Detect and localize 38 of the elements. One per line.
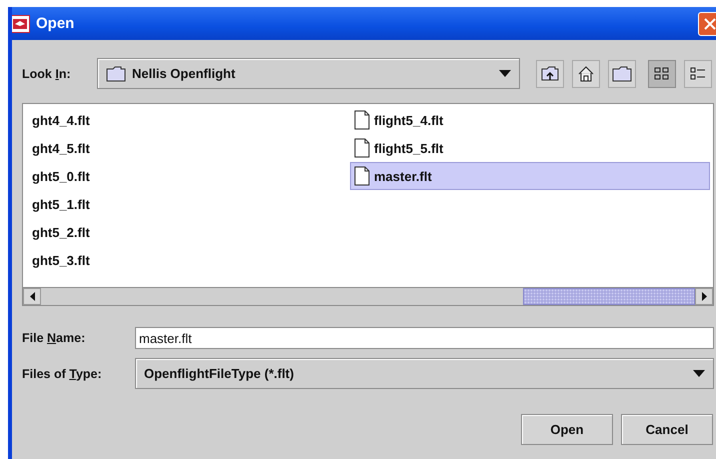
look-in-dropdown[interactable]: Nellis Openflight bbox=[97, 58, 520, 89]
file-name-label: File Name: bbox=[22, 331, 86, 345]
list-view-icon bbox=[654, 66, 670, 80]
file-item[interactable]: ght5_3.flt bbox=[28, 246, 350, 274]
file-item[interactable]: ght5_1.flt bbox=[28, 190, 350, 218]
open-button[interactable]: Open bbox=[521, 414, 613, 445]
file-name-field[interactable]: master.flt bbox=[135, 327, 714, 349]
new-folder-button[interactable] bbox=[608, 60, 636, 88]
list-view-button[interactable] bbox=[648, 60, 676, 88]
file-item[interactable]: ght4_5.flt bbox=[28, 134, 350, 162]
file-item[interactable]: flight5_5.flt bbox=[350, 134, 710, 162]
scroll-left-icon bbox=[30, 292, 34, 301]
close-icon bbox=[704, 18, 716, 30]
up-folder-icon bbox=[541, 66, 559, 82]
close-button[interactable] bbox=[698, 12, 716, 36]
home-button[interactable] bbox=[572, 60, 600, 88]
file-type-label: Files of Type: bbox=[22, 366, 103, 380]
look-in-label: Look In: bbox=[22, 66, 72, 80]
caret-icon bbox=[499, 70, 511, 77]
caret-icon bbox=[693, 370, 705, 377]
folder-icon bbox=[106, 66, 126, 82]
app-icon bbox=[12, 14, 30, 32]
file-item[interactable]: flight5_4.flt bbox=[350, 106, 710, 134]
window-title: Open bbox=[36, 15, 76, 32]
details-view-button[interactable] bbox=[684, 60, 712, 88]
file-item[interactable]: ght5_2.flt bbox=[28, 218, 350, 246]
scroll-right-icon bbox=[702, 292, 706, 301]
up-folder-button[interactable] bbox=[536, 60, 564, 88]
file-item[interactable]: master.flt bbox=[350, 162, 710, 190]
file-type-dropdown[interactable]: OpenflightFileType (*.flt) bbox=[135, 358, 714, 389]
file-item[interactable]: ght4_4.flt bbox=[28, 106, 350, 134]
scroll-thumb[interactable] bbox=[523, 288, 695, 305]
home-icon bbox=[578, 66, 594, 82]
horizontal-scrollbar[interactable] bbox=[23, 287, 713, 305]
folder-icon bbox=[612, 66, 632, 82]
details-view-icon bbox=[690, 66, 706, 80]
file-item[interactable]: ght5_0.flt bbox=[28, 162, 350, 190]
cancel-button[interactable]: Cancel bbox=[621, 414, 713, 445]
